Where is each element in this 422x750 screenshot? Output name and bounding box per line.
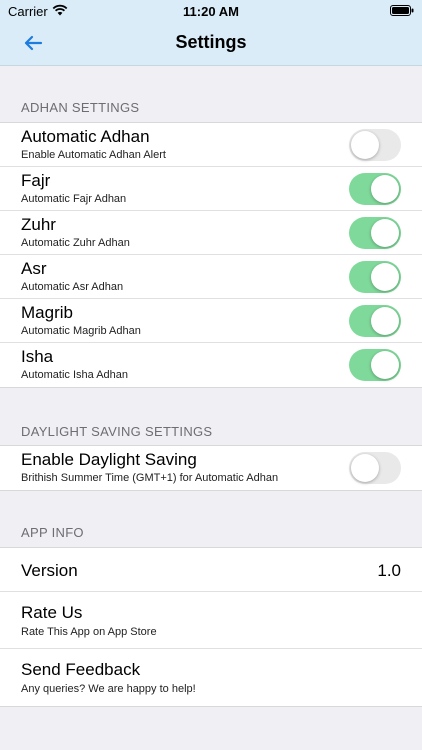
toggle-knob [371,351,399,379]
row-subtitle: Automatic Zuhr Adhan [21,237,130,249]
asr-toggle[interactable] [349,261,401,293]
app-info-group: Version 1.0 Rate Us Rate This App on App… [0,547,422,707]
setting-row-automatic-adhan: Automatic Adhan Enable Automatic Adhan A… [0,123,422,167]
fajr-toggle[interactable] [349,173,401,205]
page-title: Settings [175,32,247,52]
row-title: Magrib [21,303,73,322]
automatic-adhan-toggle[interactable] [349,129,401,161]
status-bar: Carrier 11:20 AM [0,0,422,22]
send-feedback-subtitle: Any queries? We are happy to help! [21,683,196,695]
toggle-knob [371,219,399,247]
row-subtitle: Automatic Asr Adhan [21,281,124,293]
row-subtitle: Automatic Magrib Adhan [21,325,141,337]
setting-row-magrib: Magrib Automatic Magrib Adhan [0,299,422,343]
magrib-toggle[interactable] [349,305,401,337]
rate-us-row[interactable]: Rate Us Rate This App on App Store [0,592,422,649]
row-subtitle: Enable Automatic Adhan Alert [21,149,166,161]
battery-icon [390,5,414,16]
toggle-knob [371,307,399,335]
row-subtitle: Automatic Fajr Adhan [21,193,127,205]
toggle-knob [371,263,399,291]
rate-us-title: Rate Us [21,603,83,622]
setting-row-daylight-saving: Enable Daylight Saving Brithish Summer T… [0,446,422,490]
version-label: Version [21,561,78,580]
app-info-header: APP INFO [21,525,84,540]
row-title: Fajr [21,171,51,190]
setting-row-isha: Isha Automatic Isha Adhan [0,343,422,387]
toggle-knob [351,131,379,159]
row-title: Isha [21,347,54,366]
row-subtitle: Brithish Summer Time (GMT+1) for Automat… [21,472,279,484]
row-title: Asr [21,259,47,278]
isha-toggle[interactable] [349,349,401,381]
row-title: Automatic Adhan [21,127,150,146]
version-value: 1.0 [377,561,401,580]
setting-row-fajr: Fajr Automatic Fajr Adhan [0,167,422,211]
toggle-knob [371,175,399,203]
toggle-knob [351,454,379,482]
row-title: Enable Daylight Saving [21,450,197,469]
zuhr-toggle[interactable] [349,217,401,249]
daylight-saving-toggle[interactable] [349,452,401,484]
daylight-settings-header: DAYLIGHT SAVING SETTINGS [21,424,213,439]
daylight-settings-group: Enable Daylight Saving Brithish Summer T… [0,445,422,491]
send-feedback-title: Send Feedback [21,660,141,679]
version-row: Version 1.0 [0,548,422,592]
setting-row-asr: Asr Automatic Asr Adhan [0,255,422,299]
adhan-settings-header: ADHAN SETTINGS [21,100,140,115]
status-time: 11:20 AM [183,4,239,19]
row-subtitle: Automatic Isha Adhan [21,369,129,381]
setting-row-zuhr: Zuhr Automatic Zuhr Adhan [0,211,422,255]
rate-us-subtitle: Rate This App on App Store [21,626,157,638]
send-feedback-row[interactable]: Send Feedback Any queries? We are happy … [0,649,422,706]
adhan-settings-group: Automatic Adhan Enable Automatic Adhan A… [0,122,422,388]
navigation-header: Carrier 11:20 AM Settings [0,0,422,66]
row-title: Zuhr [21,215,56,234]
